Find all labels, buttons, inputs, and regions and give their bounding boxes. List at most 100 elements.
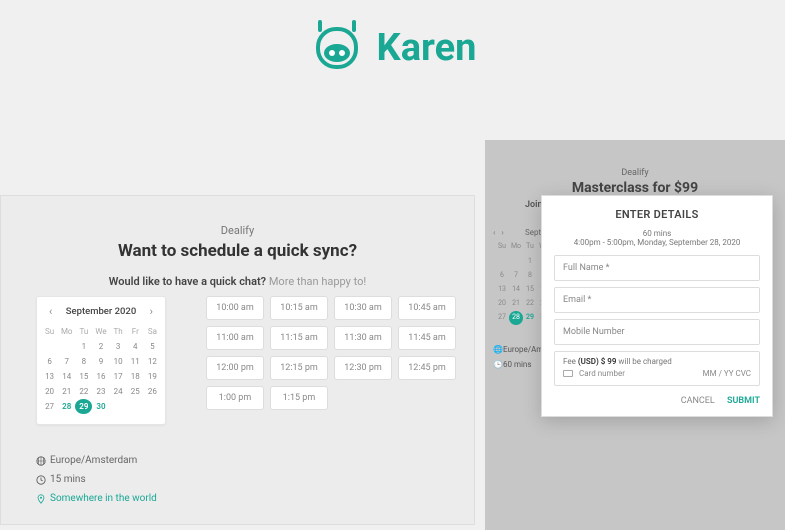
calendar-day[interactable]: 15 — [523, 283, 537, 297]
calendar-prev-icon[interactable]: ‹ › — [493, 228, 504, 237]
calendar-day[interactable]: 28 — [509, 311, 523, 325]
calendar-day[interactable]: 22 — [523, 297, 537, 311]
calendar-day[interactable]: 29 — [75, 399, 92, 414]
calendar-day[interactable]: 8 — [75, 354, 92, 369]
time-slot[interactable]: 10:45 am — [398, 296, 456, 320]
card-input[interactable]: Card number MM / YY CVC — [563, 369, 751, 378]
clock-icon — [36, 475, 46, 485]
calendar-day[interactable]: 13 — [495, 283, 509, 297]
calendar-day[interactable]: 11 — [127, 354, 144, 369]
org-label: Dealify — [1, 224, 474, 237]
time-slot[interactable]: 11:45 am — [398, 326, 456, 350]
calendar-day[interactable]: 8 — [523, 269, 537, 283]
calendar-day[interactable]: 7 — [58, 354, 75, 369]
calendar-day[interactable]: 3 — [110, 339, 127, 354]
full-name-field[interactable]: Full Name * — [554, 255, 760, 281]
cancel-button[interactable]: CANCEL — [681, 396, 715, 406]
calendar-day[interactable]: 22 — [75, 384, 92, 399]
time-slot-grid: 10:00 am10:15 am10:30 am10:45 am 11:00 am… — [206, 296, 456, 410]
calendar-day[interactable]: 10 — [110, 354, 127, 369]
modal-title: ENTER DETAILS — [554, 208, 760, 221]
robot-icon — [309, 20, 365, 76]
calendar-day[interactable]: 21 — [509, 297, 523, 311]
time-slot[interactable]: 11:00 am — [206, 326, 264, 350]
calendar-prev-icon[interactable]: ‹ — [45, 305, 56, 318]
calendar-day[interactable]: 6 — [495, 269, 509, 283]
calendar[interactable]: ‹ September 2020 › SuMoTuWeThFrSa1234567… — [36, 296, 166, 425]
globe-icon — [36, 456, 46, 466]
calendar-day[interactable]: 21 — [58, 384, 75, 399]
email-field[interactable]: Email * — [554, 287, 760, 313]
calendar-day[interactable]: 16 — [92, 369, 109, 384]
calendar-day[interactable]: 5 — [144, 339, 161, 354]
time-slot[interactable]: 10:30 am — [334, 296, 392, 320]
calendar-day[interactable]: 4 — [127, 339, 144, 354]
duration-row: 15 mins — [36, 470, 157, 489]
masterclass-title: Masterclass for $99 — [485, 180, 785, 196]
submit-button[interactable]: SUBMIT — [727, 396, 760, 406]
calendar-month-label: September 2020 — [66, 306, 136, 317]
location-row: Somewhere in the world — [36, 489, 157, 508]
calendar-dow: Fr — [127, 324, 144, 339]
calendar-day[interactable]: 28 — [58, 399, 75, 414]
calendar-day[interactable]: 13 — [41, 369, 58, 384]
calendar-day[interactable]: 7 — [509, 269, 523, 283]
calendar-day[interactable]: 19 — [144, 369, 161, 384]
calendar-day[interactable]: 20 — [495, 297, 509, 311]
card-exp-placeholder: MM / YY CVC — [703, 369, 751, 378]
calendar-day[interactable]: 14 — [509, 283, 523, 297]
timezone-label: Europe/Amsterdam — [50, 451, 137, 470]
calendar-day[interactable]: 12 — [144, 354, 161, 369]
calendar-day[interactable]: 27 — [41, 399, 58, 414]
calendar-day[interactable]: 17 — [110, 369, 127, 384]
calendar-day[interactable]: 1 — [523, 255, 537, 269]
timezone-row[interactable]: Europe/Amsterdam — [36, 451, 157, 470]
page-title: Want to schedule a quick sync? — [1, 241, 474, 261]
calendar-day[interactable]: 9 — [92, 354, 109, 369]
duration-label: 15 mins — [50, 470, 86, 489]
calendar-day[interactable]: 25 — [127, 384, 144, 399]
calendar-day[interactable]: 24 — [110, 384, 127, 399]
payment-box: Fee (USD) $ 99 will be charged Card numb… — [554, 351, 760, 386]
brand-logo: Karen — [0, 20, 785, 80]
pin-icon — [36, 494, 46, 504]
mobile-field[interactable]: Mobile Number — [554, 319, 760, 345]
calendar-day[interactable]: 26 — [144, 384, 161, 399]
page-description: Would like to have a quick chat? More th… — [1, 275, 474, 288]
time-slot[interactable]: 12:15 pm — [270, 356, 328, 380]
card-icon — [563, 370, 573, 377]
calendar-dow: Su — [41, 324, 58, 339]
calendar-day[interactable]: 30 — [92, 399, 109, 414]
calendar-day[interactable]: 14 — [58, 369, 75, 384]
time-slot[interactable]: 12:30 pm — [334, 356, 392, 380]
time-slot[interactable]: 1:15 pm — [270, 386, 328, 410]
time-slot[interactable]: 12:00 pm — [206, 356, 264, 380]
location-label: Somewhere in the world — [50, 489, 157, 508]
time-slot[interactable]: 12:45 pm — [398, 356, 456, 380]
calendar-day[interactable]: 23 — [92, 384, 109, 399]
time-slot[interactable]: 11:15 am — [270, 326, 328, 350]
calendar-dow: Sa — [144, 324, 161, 339]
time-slot[interactable]: 10:15 am — [270, 296, 328, 320]
calendar-day[interactable]: 27 — [495, 311, 509, 325]
calendar-next-icon[interactable]: › — [146, 305, 157, 318]
card-number-placeholder: Card number — [579, 369, 625, 378]
time-slot[interactable]: 1:00 pm — [206, 386, 264, 410]
modal-duration: 60 mins — [554, 229, 760, 238]
enter-details-modal: ENTER DETAILS 60 mins 4:00pm - 5:00pm, M… — [541, 195, 773, 417]
time-slot[interactable]: 11:30 am — [334, 326, 392, 350]
calendar-day[interactable]: 18 — [127, 369, 144, 384]
calendar-dow: Th — [110, 324, 127, 339]
schedule-panel: Dealify Want to schedule a quick sync? W… — [0, 195, 475, 525]
modal-datetime: 4:00pm - 5:00pm, Monday, September 28, 2… — [554, 238, 760, 247]
calendar-day[interactable]: 6 — [41, 354, 58, 369]
org-label: Dealify — [485, 168, 785, 178]
calendar-day[interactable]: 29 — [523, 311, 537, 325]
brand-name: Karen — [377, 26, 477, 70]
calendar-day[interactable]: 20 — [41, 384, 58, 399]
calendar-day[interactable]: 1 — [75, 339, 92, 354]
calendar-day[interactable]: 2 — [92, 339, 109, 354]
duration-label: 🕒60 mins — [493, 360, 531, 369]
time-slot[interactable]: 10:00 am — [206, 296, 264, 320]
calendar-day[interactable]: 15 — [75, 369, 92, 384]
